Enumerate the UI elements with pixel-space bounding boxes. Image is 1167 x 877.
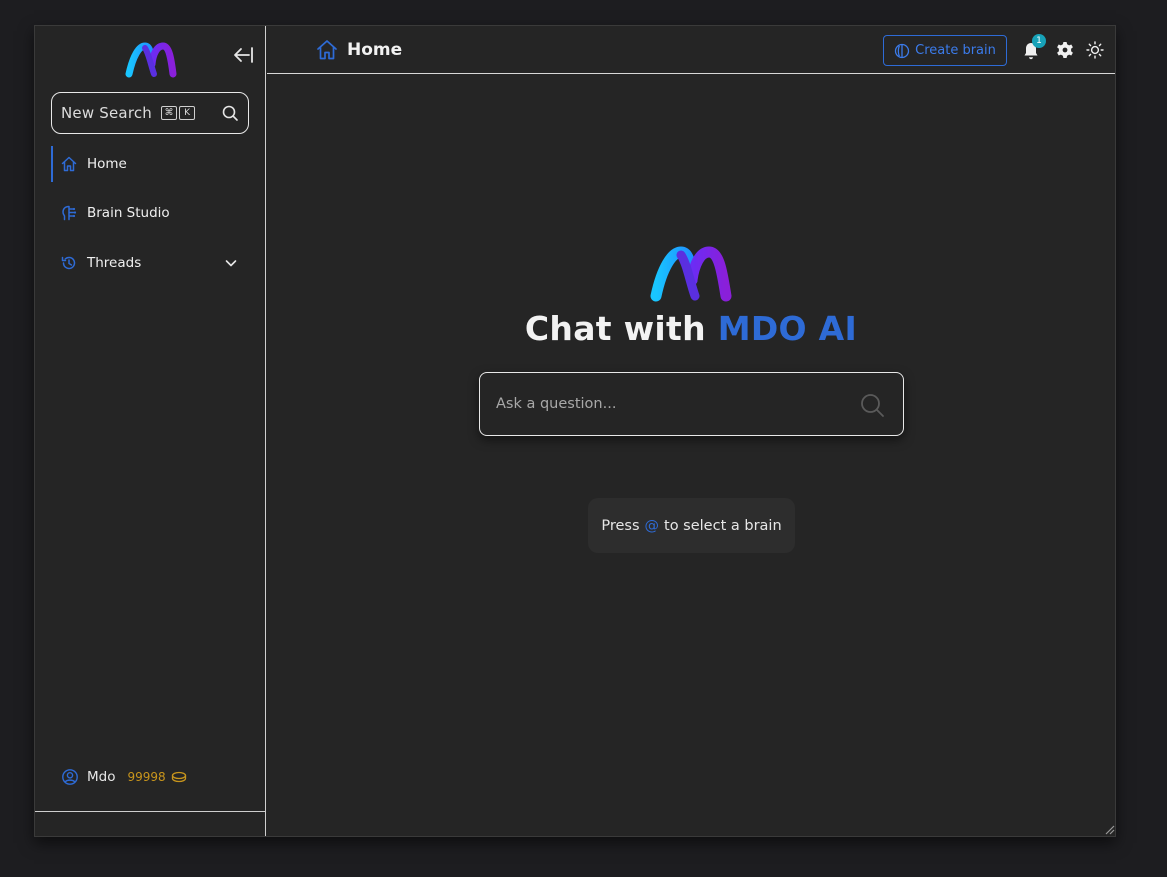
page-title: Home xyxy=(347,40,403,60)
hero-title-prefix: Chat with xyxy=(524,309,706,348)
history-icon xyxy=(61,256,76,270)
brain-studio-icon xyxy=(62,205,77,221)
theme-toggle-sun-icon[interactable] xyxy=(1086,41,1104,59)
coin-icon xyxy=(171,771,186,783)
sidebar-item-label: Home xyxy=(87,156,127,172)
home-icon xyxy=(317,40,337,60)
sidebar-item-home[interactable]: Home xyxy=(51,146,249,182)
hint-key: @ xyxy=(644,517,660,534)
top-bar: Home Create brain 1 xyxy=(267,26,1115,74)
ask-question-input[interactable] xyxy=(496,396,836,412)
hint-prefix: Press xyxy=(601,517,640,534)
app-window: New Search ⌘ K Home Brain Studio Threads… xyxy=(34,25,1116,837)
sidebar-item-brain-studio[interactable]: Brain Studio xyxy=(51,195,249,231)
sidebar-item-threads[interactable]: Threads xyxy=(51,245,249,281)
notification-badge: 1 xyxy=(1032,34,1046,48)
user-profile[interactable]: Mdo 99998 xyxy=(61,767,187,787)
credits-count: 99998 xyxy=(127,770,166,784)
sidebar-item-label: Brain Studio xyxy=(87,205,170,221)
user-name: Mdo xyxy=(87,769,116,785)
shortcut-key-k: K xyxy=(179,106,196,120)
brain-select-hint: Press @ to select a brain xyxy=(588,498,795,553)
chevron-down-icon[interactable] xyxy=(223,255,239,271)
sidebar-footer-divider xyxy=(35,811,266,812)
shortcut-hint: ⌘ K xyxy=(160,106,196,120)
collapse-left-icon xyxy=(234,47,253,63)
sidebar-item-label: Threads xyxy=(87,255,142,271)
shortcut-key-cmd: ⌘ xyxy=(161,106,178,120)
new-search-button[interactable]: New Search ⌘ K xyxy=(51,92,249,134)
main-content: Home Create brain 1 Chat with MDO AI Ask… xyxy=(267,26,1115,836)
create-brain-button[interactable]: Create brain xyxy=(883,35,1007,66)
resize-grip-icon[interactable] xyxy=(1103,823,1115,835)
brain-icon xyxy=(894,43,910,58)
new-search-label: New Search xyxy=(61,104,153,122)
create-brain-label: Create brain xyxy=(915,43,996,58)
user-icon xyxy=(62,769,78,785)
home-icon xyxy=(61,156,77,172)
hero-brand-logo xyxy=(650,246,732,302)
collapse-sidebar-button[interactable] xyxy=(231,44,255,66)
settings-gear-icon[interactable] xyxy=(1056,41,1074,59)
search-icon xyxy=(222,105,238,121)
page-header: Home xyxy=(315,38,402,62)
hero-title: Chat with MDO AI xyxy=(267,309,1115,348)
hero-title-accent: MDO AI xyxy=(717,309,858,348)
sidebar: New Search ⌘ K Home Brain Studio Threads… xyxy=(35,26,266,836)
search-icon[interactable] xyxy=(859,392,885,418)
brand-logo[interactable] xyxy=(125,42,177,78)
hint-suffix: to select a brain xyxy=(664,517,782,534)
chat-input-box xyxy=(479,372,904,436)
